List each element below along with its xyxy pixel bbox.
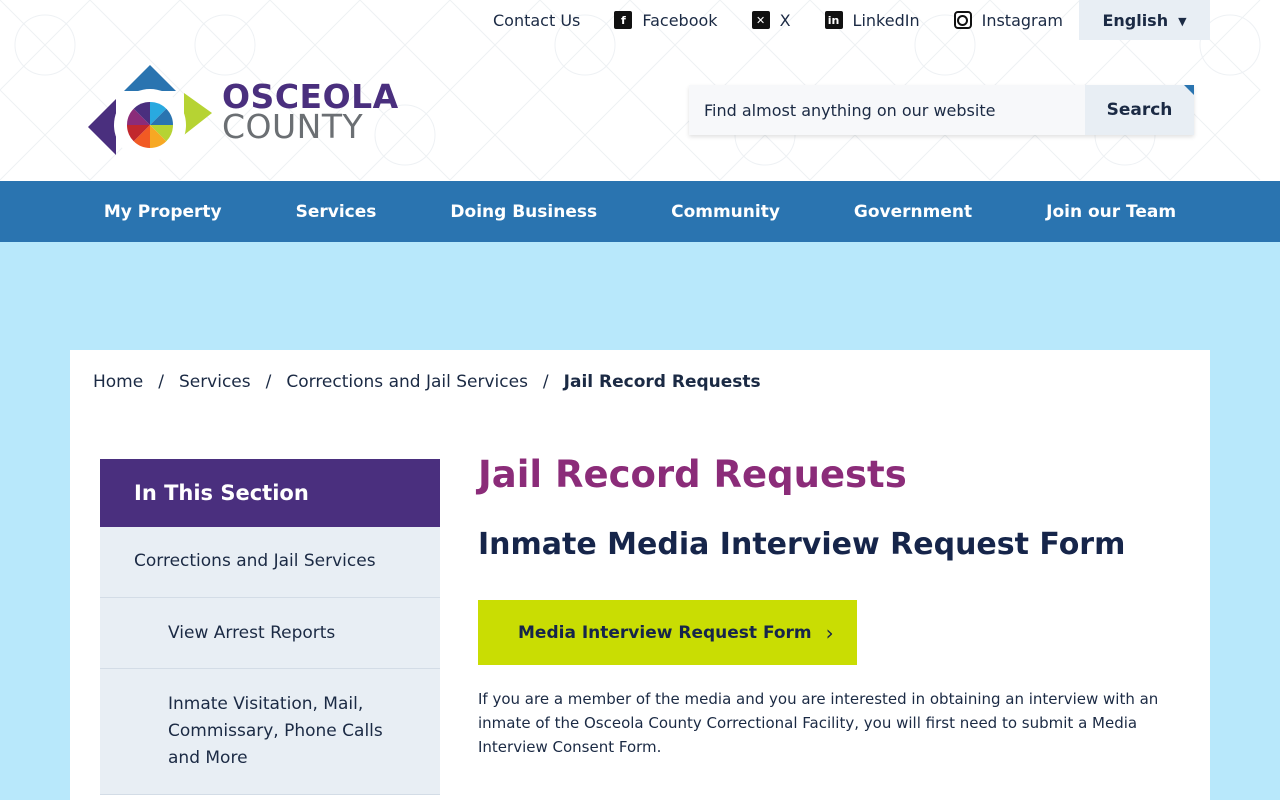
search-input[interactable] [689, 85, 1085, 135]
content-panel: Home / Services / Corrections and Jail S… [70, 350, 1210, 800]
linkedin-link[interactable]: in LinkedIn [824, 10, 920, 30]
breadcrumb-separator: / [265, 372, 272, 392]
breadcrumb-services[interactable]: Services [179, 372, 251, 392]
language-label: English [1102, 10, 1169, 30]
sidebar-item-corrections[interactable]: Corrections and Jail Services [100, 527, 440, 598]
chevron-right-icon: › [825, 620, 834, 645]
breadcrumb: Home / Services / Corrections and Jail S… [93, 372, 761, 392]
site-logo[interactable]: OSCEOLA COUNTY [86, 62, 399, 162]
facebook-link[interactable]: f Facebook [614, 10, 718, 30]
x-label: X [779, 10, 791, 30]
nav-item-services[interactable]: Services [259, 202, 414, 222]
language-selector[interactable]: English ▼ [1079, 0, 1210, 40]
cta-label: Media Interview Request Form [518, 622, 812, 643]
x-link[interactable]: ✕ X [751, 10, 791, 30]
nav-item-join-our-team[interactable]: Join our Team [1009, 202, 1213, 222]
page-title: Jail Record Requests [478, 453, 907, 496]
logo-mark [88, 65, 212, 161]
section-sidebar: In This Section Corrections and Jail Ser… [100, 459, 440, 795]
facebook-label: Facebook [642, 10, 718, 30]
site-header: Contact Us f Facebook ✕ X in LinkedIn In… [0, 0, 1280, 181]
site-search: Search [689, 85, 1194, 135]
logo-wordmark: OSCEOLA COUNTY [222, 80, 399, 146]
sidebar-item-arrest-reports[interactable]: View Arrest Reports [100, 598, 440, 669]
intro-paragraph: If you are a member of the media and you… [478, 690, 1159, 756]
breadcrumb-separator: / [158, 372, 164, 392]
facebook-icon: f [614, 11, 633, 29]
breadcrumb-corrections[interactable]: Corrections and Jail Services [286, 372, 528, 392]
main-content: Jail Record Requests Inmate Media Interv… [478, 450, 1178, 759]
instagram-link[interactable]: Instagram [953, 10, 1063, 30]
nav-item-my-property[interactable]: My Property [67, 202, 259, 222]
breadcrumb-current: Jail Record Requests [563, 372, 761, 392]
nav-item-community[interactable]: Community [634, 202, 817, 222]
breadcrumb-home[interactable]: Home [93, 372, 143, 392]
sidebar-heading: In This Section [100, 459, 440, 527]
instagram-icon [953, 11, 972, 29]
linkedin-icon: in [824, 11, 843, 29]
main-nav: My Property Services Doing Business Comm… [0, 181, 1280, 242]
nav-item-government[interactable]: Government [817, 202, 1009, 222]
breadcrumb-separator: / [542, 372, 549, 392]
sidebar-item-inmate-visitation[interactable]: Inmate Visitation, Mail, Commissary, Pho… [100, 669, 440, 795]
chevron-down-icon: ▼ [1178, 15, 1187, 28]
linkedin-label: LinkedIn [852, 10, 920, 30]
logo-line-2: COUNTY [222, 107, 364, 146]
nav-item-doing-business[interactable]: Doing Business [413, 202, 634, 222]
search-button[interactable]: Search [1085, 85, 1194, 135]
instagram-label: Instagram [981, 10, 1063, 30]
section-heading: Inmate Media Interview Request Form [478, 527, 1126, 562]
x-icon: ✕ [751, 11, 770, 29]
media-interview-form-button[interactable]: Media Interview Request Form › [478, 600, 857, 665]
contact-us-link[interactable]: Contact Us [493, 11, 580, 30]
contact-us-label: Contact Us [492, 10, 581, 30]
utility-bar: Contact Us f Facebook ✕ X in LinkedIn In… [493, 0, 1210, 40]
